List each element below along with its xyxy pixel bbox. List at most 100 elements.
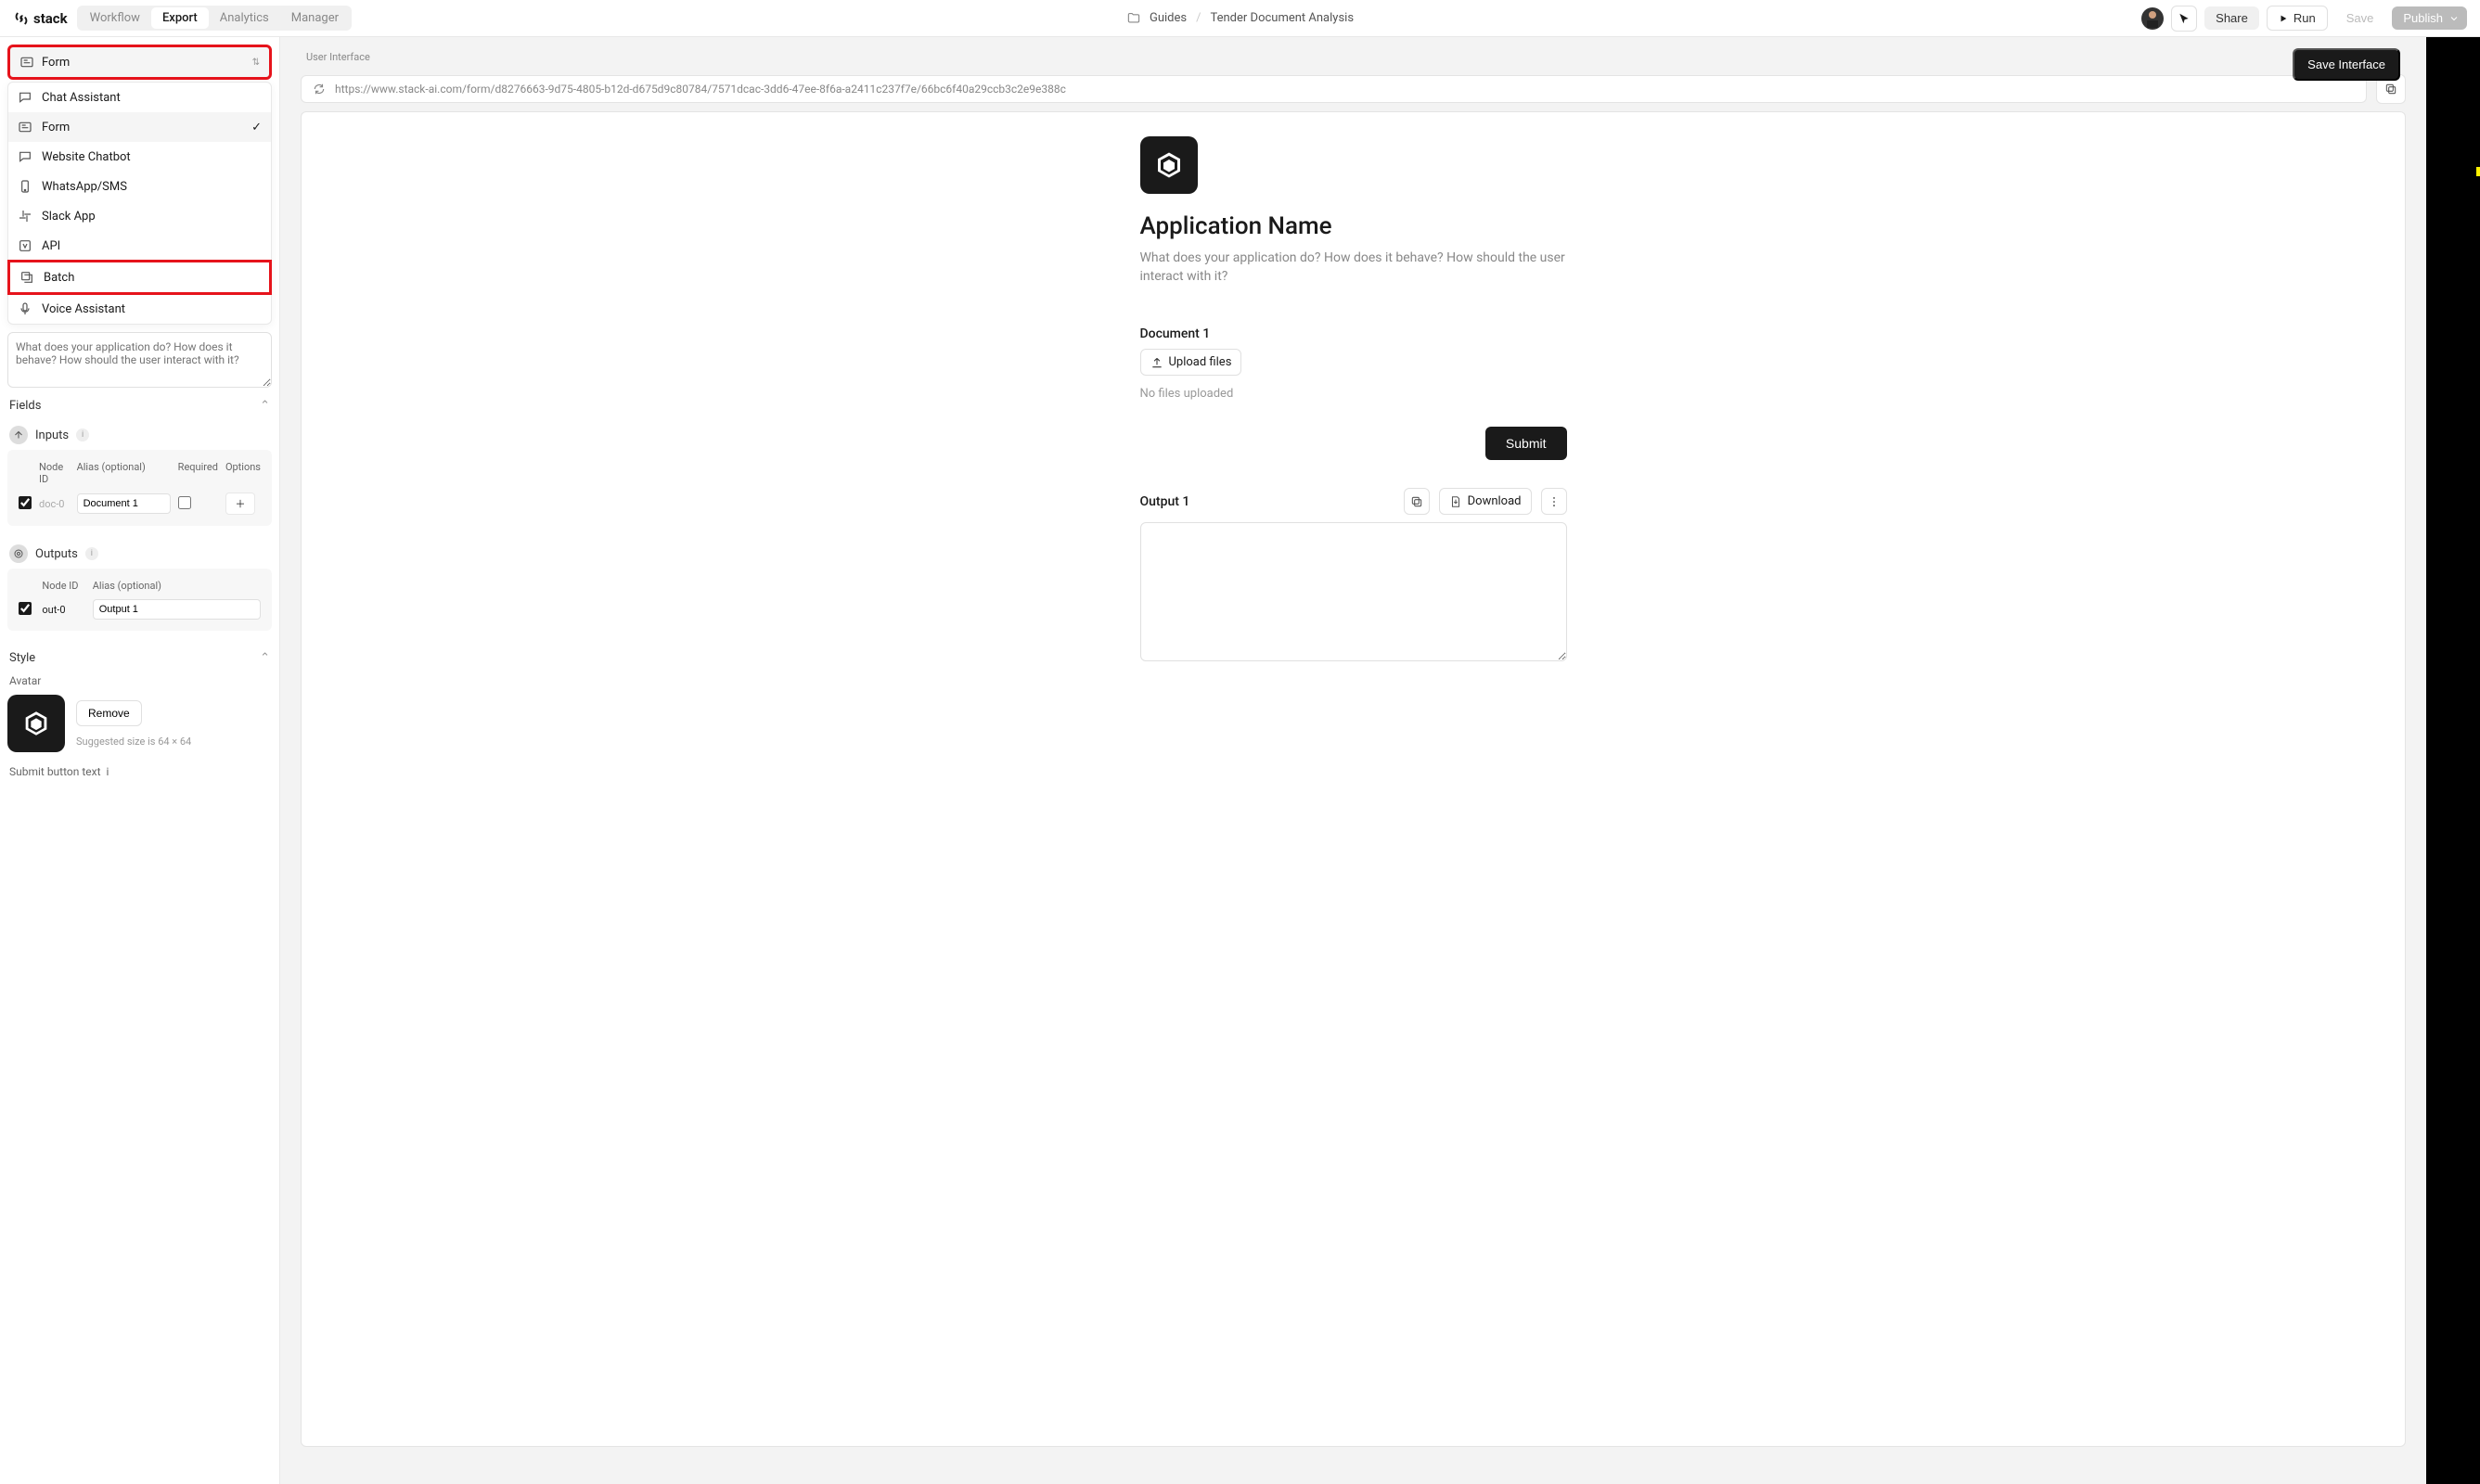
info-icon[interactable]: i	[76, 429, 89, 441]
add-option-button[interactable]: ＋	[225, 493, 255, 515]
logo[interactable]: stack	[13, 10, 68, 27]
chevron-up-icon: ⌃	[260, 399, 270, 413]
avatar-hint: Suggested size is 64 × 64	[76, 736, 191, 748]
inputs-icon	[9, 426, 28, 444]
no-files-text: No files uploaded	[1140, 387, 1567, 401]
download-button[interactable]: Download	[1439, 488, 1532, 515]
output-alias-field[interactable]	[93, 599, 261, 620]
top-bar: stack Workflow Export Analytics Manager …	[0, 0, 2480, 37]
panel-header: User Interface Embed	[280, 37, 2426, 67]
input-alias-field[interactable]	[77, 493, 171, 514]
breadcrumb-page[interactable]: Tender Document Analysis	[1210, 11, 1354, 25]
info-icon[interactable]: i	[85, 547, 98, 560]
avatar-preview	[7, 695, 65, 752]
output-title: Output 1	[1140, 494, 1190, 509]
dropdown-item-voice-assistant[interactable]: Voice Assistant	[8, 294, 271, 324]
voice-icon	[18, 301, 32, 316]
output-more-button[interactable]	[1541, 488, 1567, 515]
chat-icon	[18, 149, 32, 164]
share-button[interactable]: Share	[2204, 6, 2259, 30]
yellow-marker	[2476, 167, 2480, 176]
play-icon	[2279, 14, 2288, 23]
field-label-document: Document 1	[1140, 326, 1567, 341]
dropdown-item-whatsapp-sms[interactable]: WhatsApp/SMS	[8, 172, 271, 201]
input-row: doc-0 ＋	[15, 489, 264, 518]
input-required-checkbox[interactable]	[178, 496, 191, 509]
form-icon	[18, 120, 32, 134]
folder-icon	[1126, 11, 1140, 25]
output-row: out-0	[15, 595, 264, 623]
tab-manager[interactable]: Manager	[280, 7, 350, 29]
refresh-icon[interactable]	[313, 83, 326, 96]
user-avatar[interactable]	[2141, 7, 2164, 30]
more-icon	[1548, 495, 1561, 508]
tab-workflow[interactable]: Workflow	[79, 7, 151, 29]
ui-label: User Interface	[306, 51, 370, 63]
logo-text: stack	[33, 10, 68, 27]
copy-icon	[1410, 495, 1423, 508]
sidebar[interactable]: Form ⇅ Chat Assistant Form ✓ Website Cha…	[0, 37, 280, 1484]
avatar-label: Avatar	[7, 672, 272, 689]
fields-section-header[interactable]: Fields ⌃	[7, 391, 272, 420]
output-node-id: out-0	[38, 595, 88, 623]
updown-icon: ⇅	[252, 58, 260, 68]
url-text: https://www.stack-ai.com/form/d8276663-9…	[335, 83, 1066, 96]
dropdown-item-batch[interactable]: Batch	[7, 260, 272, 295]
form-icon	[19, 55, 34, 70]
info-icon[interactable]: i	[107, 765, 109, 778]
publish-button[interactable]: Publish	[2392, 6, 2467, 30]
chat-icon	[18, 90, 32, 105]
content-area: Save Interface User Interface Embed http…	[280, 37, 2426, 1484]
remove-avatar-button[interactable]: Remove	[76, 700, 142, 726]
form-preview[interactable]: Application Name What does your applicat…	[301, 111, 2406, 1447]
app-logo	[1140, 136, 1198, 194]
inputs-header: Inputs i	[7, 420, 272, 450]
tab-export[interactable]: Export	[151, 7, 209, 29]
dropdown-selected-label: Form	[42, 56, 70, 70]
export-type-dropdown: Chat Assistant Form ✓ Website Chatbot Wh…	[7, 82, 272, 325]
copy-output-button[interactable]	[1404, 488, 1430, 515]
outputs-table: Node ID Alias (optional) out-0	[7, 569, 272, 631]
input-row-checkbox[interactable]	[19, 496, 32, 509]
slack-icon	[18, 209, 32, 224]
right-black-panel	[2426, 37, 2480, 1484]
output-header-row: Output 1 Download	[1140, 488, 1567, 515]
dropdown-item-chat-assistant[interactable]: Chat Assistant	[8, 83, 271, 112]
inputs-table: Node ID Alias (optional) Required Option…	[7, 450, 272, 526]
run-button[interactable]: Run	[2267, 6, 2328, 31]
style-section-header[interactable]: Style ⌃	[7, 644, 272, 672]
cursor-button[interactable]	[2171, 6, 2197, 32]
url-bar: https://www.stack-ai.com/form/d8276663-9…	[301, 74, 2406, 104]
chevron-down-icon	[2448, 13, 2460, 24]
top-actions: Share Run Save Publish	[2141, 6, 2467, 32]
download-icon	[1449, 495, 1462, 508]
chevron-up-icon: ⌃	[260, 651, 270, 665]
output-row-checkbox[interactable]	[19, 602, 32, 615]
output-textarea[interactable]	[1140, 522, 1567, 661]
save-interface-button[interactable]: Save Interface	[2293, 48, 2400, 81]
breadcrumb: Guides / Tender Document Analysis	[1126, 11, 1354, 25]
tab-analytics[interactable]: Analytics	[209, 7, 280, 29]
breadcrumb-folder[interactable]: Guides	[1150, 11, 1187, 25]
batch-icon	[19, 270, 34, 285]
save-button[interactable]: Save	[2335, 6, 2385, 30]
app-title: Application Name	[1140, 212, 1567, 240]
app-description: What does your application do? How does …	[1140, 249, 1567, 286]
submit-button[interactable]: Submit	[1485, 427, 1567, 460]
phone-icon	[18, 179, 32, 194]
description-textarea[interactable]	[7, 332, 272, 388]
dropdown-item-api[interactable]: API	[8, 231, 271, 261]
outputs-icon	[9, 544, 28, 563]
dropdown-item-form[interactable]: Form ✓	[8, 112, 271, 142]
outputs-header: Outputs i	[7, 539, 272, 569]
dropdown-item-website-chatbot[interactable]: Website Chatbot	[8, 142, 271, 172]
upload-files-button[interactable]: Upload files	[1140, 349, 1242, 376]
check-icon: ✓	[251, 121, 262, 134]
dropdown-item-slack-app[interactable]: Slack App	[8, 201, 271, 231]
input-node-id: doc-0	[35, 489, 73, 518]
avatar-block: Remove Suggested size is 64 × 64	[7, 695, 272, 752]
nav-tabs: Workflow Export Analytics Manager	[77, 6, 352, 31]
submit-text-label: Submit button text i	[7, 758, 272, 780]
url-field[interactable]: https://www.stack-ai.com/form/d8276663-9…	[301, 75, 2367, 103]
export-type-selector[interactable]: Form ⇅	[7, 45, 272, 80]
